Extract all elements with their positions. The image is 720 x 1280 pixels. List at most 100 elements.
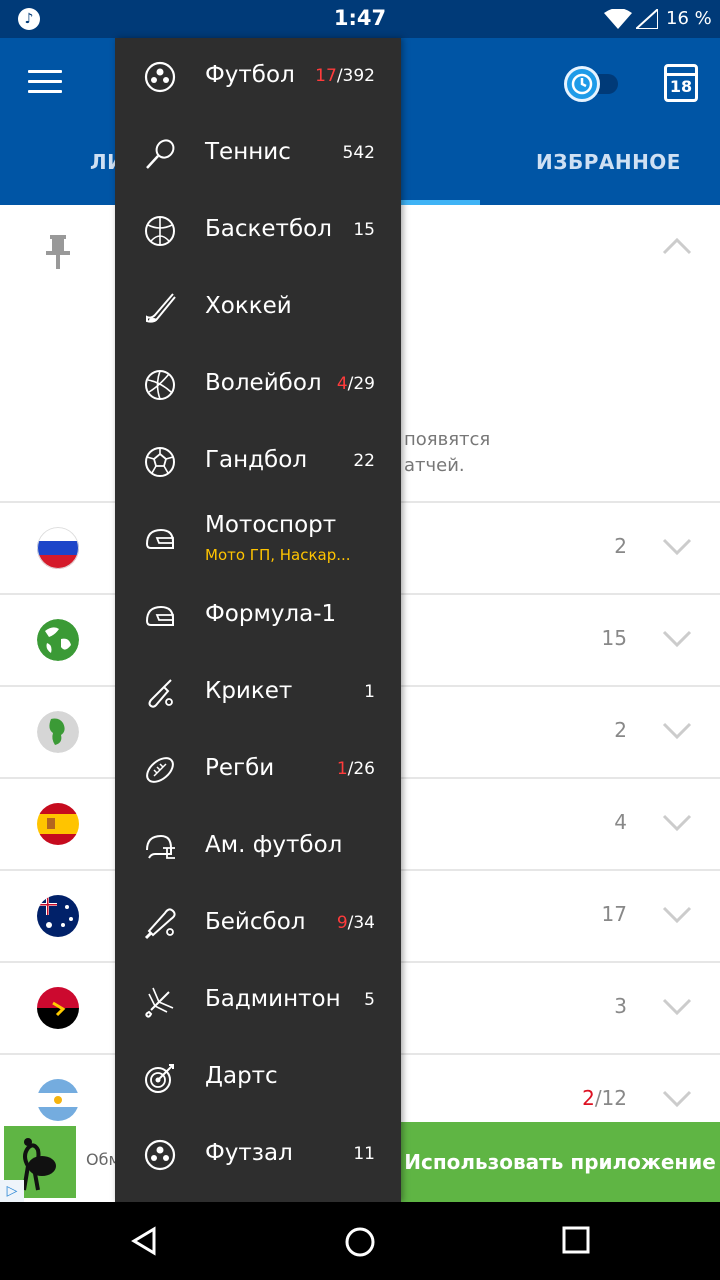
battery-level: 16 % [666,8,712,29]
sport-item-handball[interactable]: Гандбол 22 [115,423,401,500]
total-count: /392 [336,66,375,86]
chevron-down-icon[interactable] [662,722,692,740]
total-count: 1 [364,682,375,702]
sport-count: 4/29 [337,374,375,394]
sport-item-futsal[interactable]: Футзал 11 [115,1116,401,1193]
recents-icon[interactable] [562,1226,590,1254]
sport-item-basketball[interactable]: Баскетбол 15 [115,192,401,269]
live-count: 1 [336,759,348,779]
world-globe-icon [37,619,79,661]
helmet-icon [145,605,174,626]
sport-count: 5 [364,990,375,1010]
europe-globe-icon [37,711,79,753]
sport-name: Бадминтон [205,986,341,1012]
handball-icon [145,447,175,477]
sport-item-baseball[interactable]: Бейсбол 9/34 [115,885,401,962]
use-app-button[interactable]: Использовать приложение [400,1122,720,1202]
chevron-down-icon[interactable] [662,538,692,556]
sport-item-motorsport[interactable]: Мотоспорт Мото ГП, Наскар... [115,500,401,577]
wifi-icon [604,9,632,29]
basketball-icon [145,216,175,246]
sport-name: Теннис [205,139,291,165]
chevron-down-icon[interactable] [662,1090,692,1108]
live-count: 17 [315,66,337,86]
flag-spain-icon [37,803,79,845]
sport-item-cricket[interactable]: Крикет 1 [115,654,401,731]
sport-item-rugby[interactable]: Регби 1/26 [115,731,401,808]
sport-count: 22 [353,451,375,471]
sport-name: Ам. футбол [205,832,343,858]
sport-count: 11 [353,1144,375,1164]
sport-count: 1/26 [337,759,375,779]
info-line-2: атчей. [404,455,465,476]
sport-name: Баскетбол [205,216,332,242]
live-count: 2 [582,1086,595,1110]
total-count: 15 [353,220,375,240]
live-toggle[interactable] [560,66,620,102]
sport-name: Дартс [205,1063,278,1089]
row-count: 4 [614,810,627,834]
hockey-stick-icon [146,293,176,323]
total-count: 22 [353,451,375,471]
chevron-down-icon[interactable] [662,814,692,832]
sport-name: Формула-1 [205,601,337,627]
sport-item-darts[interactable]: Дартс [115,1039,401,1116]
sports-menu: Футбол 17/392 Теннис 542 Баскетбол 15 Хо… [115,38,401,1202]
sport-item-badminton[interactable]: Бадминтон 5 [115,962,401,1039]
sport-item-tennis[interactable]: Теннис 542 [115,115,401,192]
signal-icon [636,9,658,29]
chevron-down-icon[interactable] [662,998,692,1016]
total-count: 11 [353,1144,375,1164]
flag-angola-icon [37,987,79,1029]
sport-item-formula1[interactable]: Формула-1 [115,577,401,654]
row-count: 2/12 [582,1086,627,1110]
flag-argentina-icon [37,1079,79,1121]
info-line-1: появятся [404,429,491,450]
football-helmet-icon [146,834,175,859]
row-count: 15 [601,626,627,650]
baseball-bat-icon [144,908,176,940]
live-count: 9 [336,913,348,933]
sport-name: Гандбол [205,447,308,473]
sport-name: Волейбол [205,370,322,396]
status-bar: ♪ 1:47 16 % [0,0,720,38]
menu-icon[interactable] [28,70,62,96]
back-icon[interactable] [130,1226,160,1256]
total-count: /29 [347,374,375,394]
system-nav-bar [0,1202,720,1280]
chevron-up-icon[interactable] [662,237,692,255]
tab-favorites[interactable]: ИЗБРАННОЕ [536,150,681,174]
helmet-icon [145,528,174,549]
sport-name: Хоккей [205,293,292,319]
sport-name: Бейсбол [205,909,306,935]
row-count: 2 [614,718,627,742]
chevron-down-icon[interactable] [662,630,692,648]
total-count: /12 [594,1086,627,1110]
row-count: 17 [601,902,627,926]
sport-count: 15 [353,220,375,240]
soccer-ball-icon [144,61,176,93]
total-count: 542 [342,143,375,163]
sport-item-american-football[interactable]: Ам. футбол [115,808,401,885]
sport-subtitle: Мото ГП, Наскар... [205,546,351,564]
home-icon[interactable] [344,1226,376,1258]
sport-item-football[interactable]: Футбол 17/392 [115,38,401,115]
cricket-bat-icon [148,679,173,708]
chevron-down-icon[interactable] [662,906,692,924]
sport-item-hockey[interactable]: Хоккей [115,269,401,346]
sport-count: 9/34 [337,913,375,933]
sport-name: Футзал [205,1140,293,1166]
sport-count: 542 [343,143,375,163]
pinned-info-text: появятся атчей. [404,427,490,479]
dartboard-icon [145,1064,174,1093]
calendar-icon[interactable]: 18 [664,64,698,102]
adchoices-icon[interactable]: ▷ [0,1180,24,1202]
sport-item-volleyball[interactable]: Волейбол 4/29 [115,346,401,423]
sport-name: Крикет [205,678,293,704]
rugby-ball-icon [146,757,174,783]
flag-australia-icon [37,895,79,937]
shuttlecock-icon [145,987,174,1018]
clock-icon [564,66,600,102]
total-count: 5 [364,990,375,1010]
pin-icon[interactable] [44,235,72,271]
